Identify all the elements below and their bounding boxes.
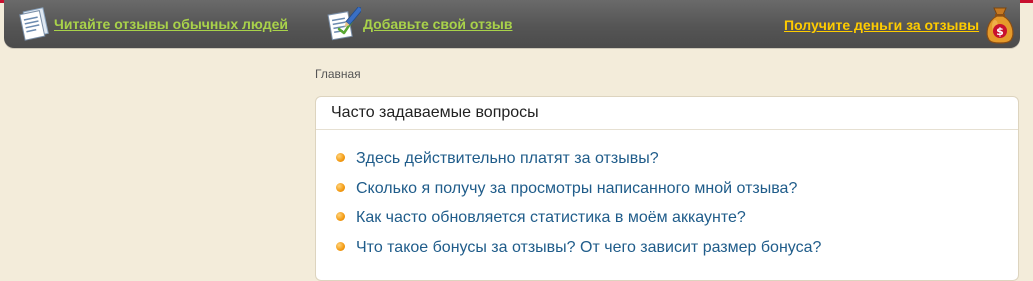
faq-item[interactable]: Как часто обновляется статистика в моём … (316, 208, 1018, 238)
nav-read-reviews-label: Читайте отзывы обычных людей (54, 16, 288, 32)
svg-text:$: $ (996, 25, 1004, 38)
faq-item-label: Как часто обновляется статистика в моём … (356, 209, 746, 226)
faq-item-label: Сколько я получу за просмотры написанног… (356, 179, 798, 197)
top-navigation-bar: Читайте отзывы обычных людей Добавьте св… (4, 0, 1020, 48)
bullet-icon (336, 241, 345, 251)
faq-item[interactable]: Что такое бонусы за отзывы? От чего зави… (316, 238, 1018, 268)
faq-item-label: Что такое бонусы за отзывы? От чего зави… (356, 238, 822, 256)
nav-add-review-link[interactable]: Добавьте свой отзыв (325, 5, 513, 41)
money-bag-icon: $ (983, 4, 1017, 46)
bullet-icon (336, 153, 345, 162)
faq-item[interactable]: Здесь действительно платят за отзывы? (316, 149, 1018, 179)
edit-document-icon (325, 5, 364, 41)
nav-read-reviews-link[interactable]: Читайте отзывы обычных людей (16, 7, 288, 41)
faq-title: Часто задаваемые вопросы (316, 97, 1018, 130)
faq-list: Здесь действительно платят за отзывы? Ск… (316, 149, 1018, 267)
faq-panel: Часто задаваемые вопросы Здесь действите… (315, 96, 1019, 281)
nav-add-review-label: Добавьте свой отзыв (363, 16, 513, 32)
faq-item[interactable]: Сколько я получу за просмотры написанног… (316, 179, 1018, 209)
nav-earn-money-link[interactable]: Получите деньги за отзывы $ (784, 4, 1017, 46)
document-icon (16, 7, 52, 41)
nav-earn-money-label: Получите деньги за отзывы (784, 17, 980, 33)
breadcrumb-home[interactable]: Главная (315, 67, 361, 81)
faq-item-label: Здесь действительно платят за отзывы? (356, 150, 659, 167)
bullet-icon (336, 212, 345, 221)
bullet-icon (336, 182, 345, 192)
